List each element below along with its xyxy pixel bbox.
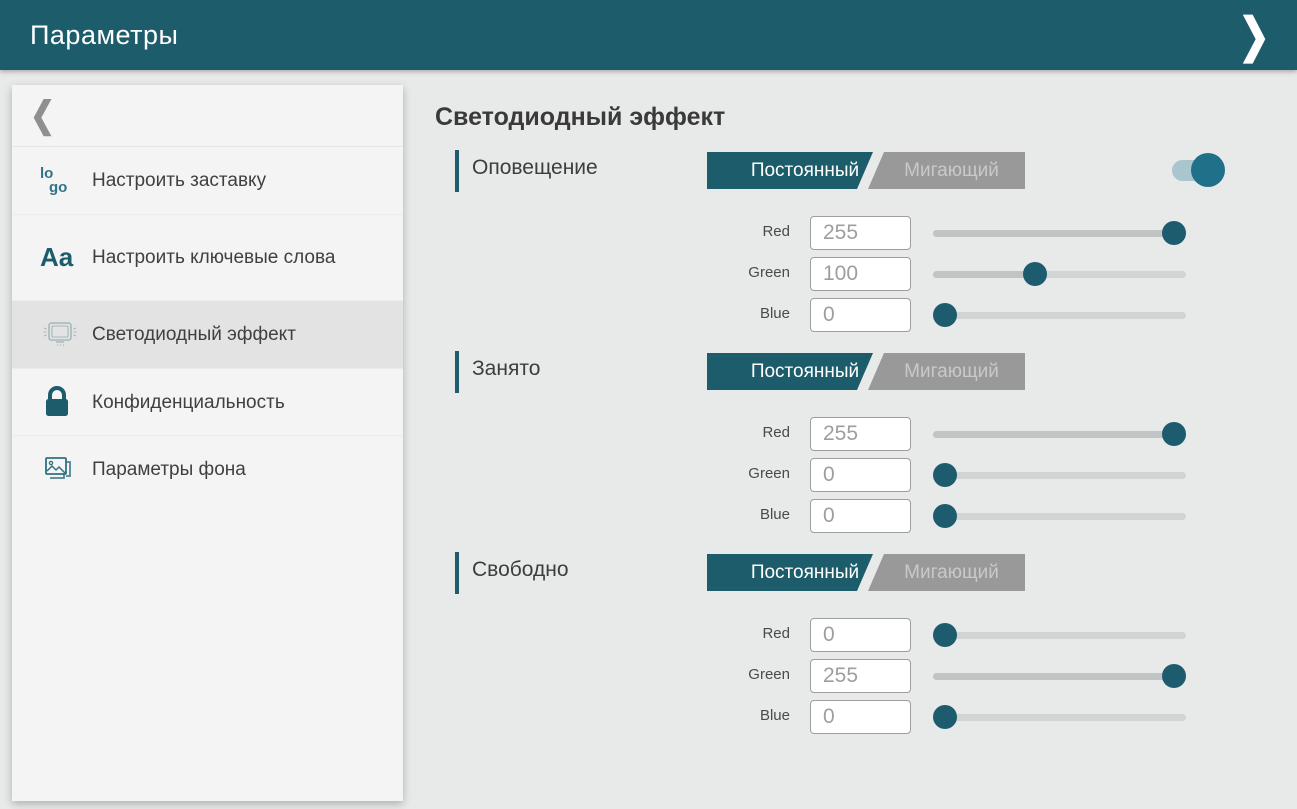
back-chevron-icon[interactable]: ❮ bbox=[30, 95, 55, 137]
monitor-icon bbox=[40, 319, 92, 351]
sidebar-item-label: Конфиденциальность bbox=[92, 390, 299, 415]
forward-chevron-icon[interactable]: ❯ bbox=[1229, 0, 1279, 79]
blue-value-input[interactable] bbox=[810, 700, 911, 734]
blue-slider[interactable] bbox=[933, 498, 1186, 534]
section-title: Занято bbox=[472, 357, 540, 381]
channel-row-red: Red bbox=[455, 416, 1195, 457]
red-slider[interactable] bbox=[933, 416, 1186, 452]
sidebar-item-keywords[interactable]: Aa Настроить ключевые слова bbox=[12, 215, 403, 301]
images-icon bbox=[40, 452, 92, 488]
sidebar-back-row[interactable]: ❮ bbox=[12, 85, 403, 147]
channel-row-red: Red bbox=[455, 215, 1195, 256]
slider-thumb[interactable] bbox=[1162, 221, 1186, 245]
mode-constant-button[interactable]: Постоянный bbox=[707, 554, 873, 591]
section-accent-bar bbox=[455, 552, 459, 594]
section-free: Свободно Постоянный Мигающий Red Green bbox=[455, 554, 1195, 754]
slider-thumb[interactable] bbox=[933, 303, 957, 327]
slider-thumb[interactable] bbox=[1023, 262, 1047, 286]
channel-row-green: Green bbox=[455, 256, 1195, 297]
channel-row-blue: Blue bbox=[455, 699, 1195, 740]
main-content: Светодиодный эффект Оповещение Постоянны… bbox=[435, 70, 1297, 809]
sidebar-item-led-effect[interactable]: Светодиодный эффект bbox=[12, 301, 403, 369]
channel-label: Green bbox=[670, 666, 790, 683]
logo-icon: logo bbox=[40, 167, 92, 195]
blue-value-input[interactable] bbox=[810, 298, 911, 332]
slider-thumb[interactable] bbox=[1162, 664, 1186, 688]
section-title: Оповещение bbox=[472, 156, 598, 180]
lock-icon bbox=[40, 384, 92, 420]
green-value-input[interactable] bbox=[810, 659, 911, 693]
mode-blinking-button[interactable]: Мигающий bbox=[868, 353, 1025, 390]
blue-slider[interactable] bbox=[933, 297, 1186, 333]
channel-label: Green bbox=[670, 465, 790, 482]
blue-slider[interactable] bbox=[933, 699, 1186, 735]
sidebar-item-label: Светодиодный эффект bbox=[92, 322, 310, 347]
channel-row-blue: Blue bbox=[455, 297, 1195, 338]
red-value-input[interactable] bbox=[810, 417, 911, 451]
channel-label: Blue bbox=[670, 707, 790, 724]
channel-row-green: Green bbox=[455, 457, 1195, 498]
green-value-input[interactable] bbox=[810, 257, 911, 291]
mode-blinking-button[interactable]: Мигающий bbox=[868, 554, 1025, 591]
switch-knob bbox=[1191, 153, 1225, 187]
sidebar-item-label: Настроить заставку bbox=[92, 168, 280, 193]
channel-label: Blue bbox=[670, 305, 790, 322]
slider-thumb[interactable] bbox=[933, 463, 957, 487]
slider-thumb[interactable] bbox=[1162, 422, 1186, 446]
app-header: Параметры ❯ bbox=[0, 0, 1297, 70]
slider-thumb[interactable] bbox=[933, 705, 957, 729]
red-slider[interactable] bbox=[933, 617, 1186, 653]
content-title: Светодиодный эффект bbox=[435, 103, 725, 132]
sidebar-item-privacy[interactable]: Конфиденциальность bbox=[12, 369, 403, 436]
channel-row-green: Green bbox=[455, 658, 1195, 699]
sidebar-item-background[interactable]: Параметры фона bbox=[12, 436, 403, 503]
red-slider[interactable] bbox=[933, 215, 1186, 251]
section-busy: Занято Постоянный Мигающий Red Green bbox=[455, 353, 1195, 553]
channel-label: Red bbox=[670, 424, 790, 441]
mode-constant-button[interactable]: Постоянный bbox=[707, 353, 873, 390]
mode-blinking-button[interactable]: Мигающий bbox=[868, 152, 1025, 189]
sidebar-item-label: Параметры фона bbox=[92, 457, 260, 482]
channel-label: Green bbox=[670, 264, 790, 281]
sidebar: ❮ logo Настроить заставку Aa Настроить к… bbox=[12, 85, 403, 801]
section-accent-bar bbox=[455, 351, 459, 393]
section-accent-bar bbox=[455, 150, 459, 192]
sidebar-item-label: Настроить ключевые слова bbox=[92, 245, 349, 270]
page-title: Параметры bbox=[30, 20, 178, 51]
mode-constant-button[interactable]: Постоянный bbox=[707, 152, 873, 189]
mode-toggle: Постоянный Мигающий bbox=[707, 353, 1025, 390]
channel-label: Red bbox=[670, 625, 790, 642]
mode-toggle: Постоянный Мигающий bbox=[707, 554, 1025, 591]
sidebar-item-screensaver[interactable]: logo Настроить заставку bbox=[12, 147, 403, 215]
mode-toggle: Постоянный Мигающий bbox=[707, 152, 1025, 189]
section-title: Свободно bbox=[472, 558, 569, 582]
section-notification: Оповещение Постоянный Мигающий Red Green bbox=[455, 152, 1195, 352]
red-value-input[interactable] bbox=[810, 618, 911, 652]
green-slider[interactable] bbox=[933, 658, 1186, 694]
channel-label: Blue bbox=[670, 506, 790, 523]
slider-thumb[interactable] bbox=[933, 504, 957, 528]
green-slider[interactable] bbox=[933, 457, 1186, 493]
green-value-input[interactable] bbox=[810, 458, 911, 492]
text-aa-icon: Aa bbox=[40, 242, 92, 273]
channel-row-blue: Blue bbox=[455, 498, 1195, 539]
channel-label: Red bbox=[670, 223, 790, 240]
green-slider[interactable] bbox=[933, 256, 1186, 292]
channel-row-red: Red bbox=[455, 617, 1195, 658]
red-value-input[interactable] bbox=[810, 216, 911, 250]
slider-thumb[interactable] bbox=[933, 623, 957, 647]
notification-switch[interactable] bbox=[1172, 152, 1226, 189]
blue-value-input[interactable] bbox=[810, 499, 911, 533]
